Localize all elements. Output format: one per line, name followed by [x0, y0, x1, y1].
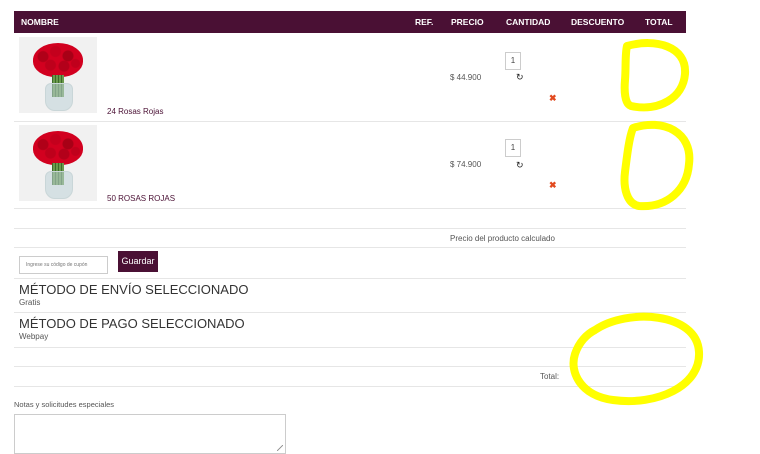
- payment-method-title: MÉTODO DE PAGO SELECCIONADO: [19, 316, 245, 331]
- notes-label: Notas y solicitudes especiales: [14, 400, 115, 409]
- remove-icon[interactable]: ✖: [549, 180, 557, 191]
- row-divider: [14, 278, 686, 279]
- row-divider: [14, 247, 686, 248]
- refresh-icon[interactable]: ↻: [516, 160, 524, 171]
- product-image[interactable]: [19, 37, 97, 113]
- coupon-input[interactable]: [19, 256, 108, 274]
- payment-method-value: Webpay: [19, 332, 49, 341]
- remove-icon[interactable]: ✖: [549, 93, 557, 104]
- highlight-annotation: [620, 120, 694, 211]
- header-discount: DESCUENTO: [571, 17, 625, 27]
- shipping-method-title: MÉTODO DE ENVÍO SELECCIONADO: [19, 282, 249, 297]
- product-image[interactable]: [19, 125, 97, 201]
- cart-table-header: NOMBRE REF. PRECIO CANTIDAD DESCUENTO TO…: [14, 11, 686, 33]
- row-divider: [14, 228, 686, 229]
- header-quantity: CANTIDAD: [506, 17, 551, 27]
- highlight-annotation: [620, 39, 690, 112]
- shipping-method-value: Gratis: [19, 298, 41, 307]
- header-total: TOTAL: [645, 17, 673, 27]
- refresh-icon[interactable]: ↻: [516, 72, 524, 83]
- save-coupon-button[interactable]: Guardar: [118, 251, 158, 272]
- resize-grip-icon[interactable]: [277, 445, 283, 451]
- quantity-input[interactable]: 1: [505, 52, 521, 70]
- price-calculated-note: Precio del producto calculado: [450, 234, 555, 243]
- header-price: PRECIO: [451, 17, 484, 27]
- row-divider: [14, 208, 686, 209]
- total-label: Total:: [540, 372, 560, 381]
- highlight-annotation: [569, 312, 704, 405]
- header-ref: REF.: [415, 17, 434, 27]
- product-price: $ 74.900: [450, 160, 482, 169]
- header-name: NOMBRE: [21, 17, 59, 27]
- product-name[interactable]: 50 ROSAS ROJAS: [107, 194, 175, 203]
- product-name[interactable]: 24 Rosas Rojas: [107, 107, 163, 116]
- notes-textarea[interactable]: [14, 414, 286, 454]
- quantity-input[interactable]: 1: [505, 139, 521, 157]
- product-price: $ 44.900: [450, 73, 482, 82]
- row-divider: [14, 121, 686, 122]
